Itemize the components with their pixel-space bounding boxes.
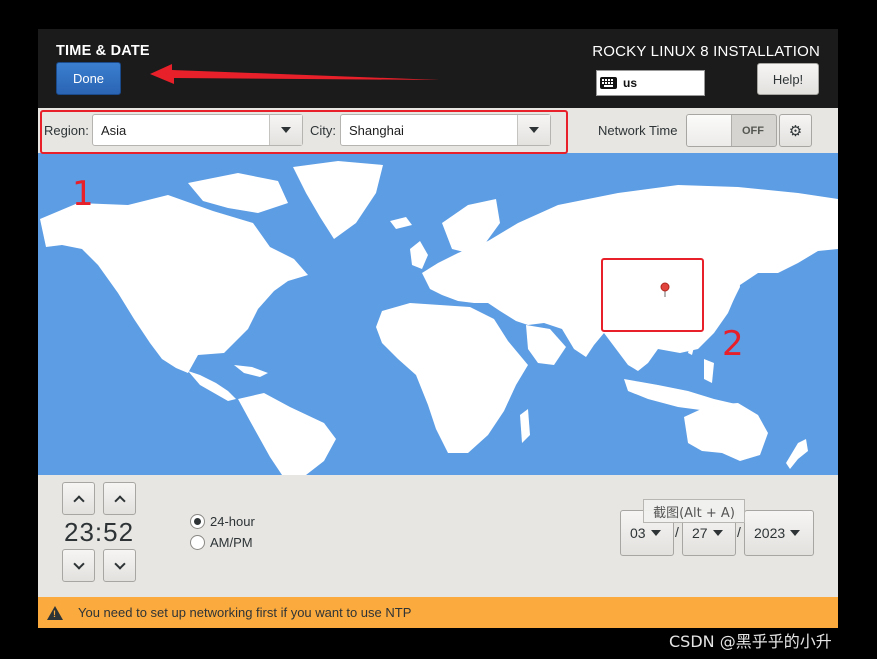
annotation-box-2 <box>601 258 704 332</box>
watermark: CSDN @黑乎乎的小升 <box>669 632 832 651</box>
annotation-box-1 <box>40 110 568 154</box>
annotation-overlay <box>150 64 440 84</box>
annotation-label-2: 2 <box>722 324 744 364</box>
red-arrow <box>150 64 440 84</box>
annotation-label-1: 1 <box>72 174 94 214</box>
